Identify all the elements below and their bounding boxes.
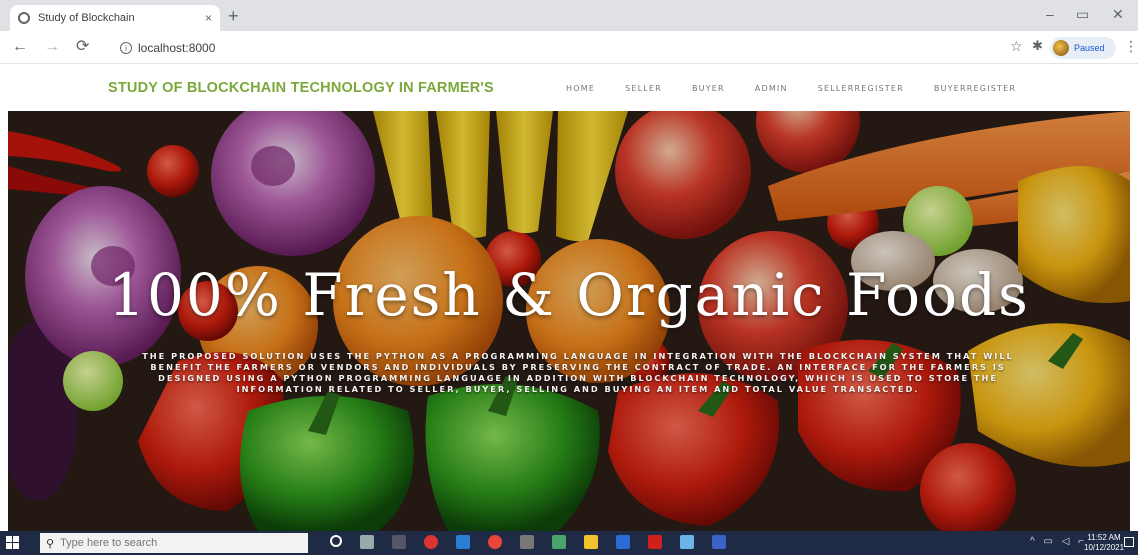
nav-home[interactable]: HOME [566,84,595,93]
taskbar-search-input[interactable] [60,537,291,549]
pdf-icon[interactable] [648,535,662,549]
profile-button[interactable]: Paused [1050,37,1116,59]
close-window-icon[interactable]: ✕ [1112,6,1124,23]
os-taskbar: ⚲ ^ ▭ ◁ ⌐ 11:52 AM 10/12/2021 [0,531,1138,555]
chrome-like-icon[interactable] [424,535,438,549]
puzzle-icon[interactable]: ✱ [1032,38,1043,54]
taskbar-search[interactable]: ⚲ [40,533,308,553]
nav-seller-register[interactable]: SELLERREGISTER [818,84,904,93]
main-menu: HOME SELLER BUYER ADMIN SELLERREGISTER B… [566,84,1016,93]
minimize-icon[interactable]: – [1046,6,1054,22]
clock-date: 10/12/2021 [1084,543,1125,552]
info-icon[interactable]: i [120,42,132,54]
clock-time: 11:52 AM [1087,533,1121,542]
mail-icon[interactable] [616,535,630,549]
hero-title: 100% Fresh & Organic Foods [108,261,1030,329]
app-icon-2[interactable] [520,535,534,549]
avatar [1053,40,1069,56]
windows-start-icon[interactable] [6,536,20,550]
star-icon[interactable]: ☆ [1010,38,1023,55]
nav-admin[interactable]: ADMIN [755,84,788,93]
nav-buyer[interactable]: BUYER [692,84,725,93]
site-header: STUDY OF BLOCKCHAIN TECHNOLOGY IN FARMER… [0,64,1138,111]
app-icon-3[interactable] [552,535,566,549]
vscode-icon[interactable] [456,535,470,549]
address-bar[interactable]: i localhost:8000 [120,36,1060,60]
new-tab-button[interactable]: + [228,6,239,26]
notification-icon[interactable] [1124,537,1134,547]
profile-status: Paused [1074,43,1105,53]
tab-title: Study of Blockchain [38,12,135,24]
browser-tabstrip: Study of Blockchain × + – ▭ ✕ [0,0,1138,31]
system-tray[interactable]: ^ ▭ ◁ ⌐ [1030,536,1087,547]
app-icon-4[interactable] [680,535,694,549]
task-view-icon[interactable] [360,535,374,549]
browser-tab[interactable]: Study of Blockchain × [10,5,220,31]
app-icon-1[interactable] [392,535,406,549]
nav-seller[interactable]: SELLER [625,84,662,93]
globe-icon [18,12,30,24]
site-brand[interactable]: STUDY OF BLOCKCHAIN TECHNOLOGY IN FARMER… [108,80,494,96]
chrome-icon[interactable] [488,535,502,549]
taskbar-clock[interactable]: 11:52 AM 10/12/2021 [1084,533,1124,553]
search-icon: ⚲ [46,537,55,550]
hero-banner: 100% Fresh & Organic Foods The proposed … [8,111,1130,531]
cortana-icon[interactable] [330,535,342,547]
nav-buyer-register[interactable]: BUYERREGISTER [934,84,1016,93]
app-icon-5[interactable] [712,535,726,549]
taskbar-apps [330,535,726,549]
url-text[interactable]: localhost:8000 [138,41,215,55]
forward-icon[interactable]: → [44,37,60,57]
back-icon[interactable]: ← [12,37,28,57]
file-explorer-icon[interactable] [584,535,598,549]
hero-description: The proposed solution uses the python as… [142,351,1014,394]
reload-icon[interactable]: ⟳ [76,37,89,57]
browser-toolbar: ← → ⟳ i localhost:8000 ☆ ✱ Paused ⋮ [0,31,1138,64]
close-tab-icon[interactable]: × [205,11,212,25]
restore-icon[interactable]: ▭ [1076,6,1089,23]
kebab-icon[interactable]: ⋮ [1124,38,1138,55]
